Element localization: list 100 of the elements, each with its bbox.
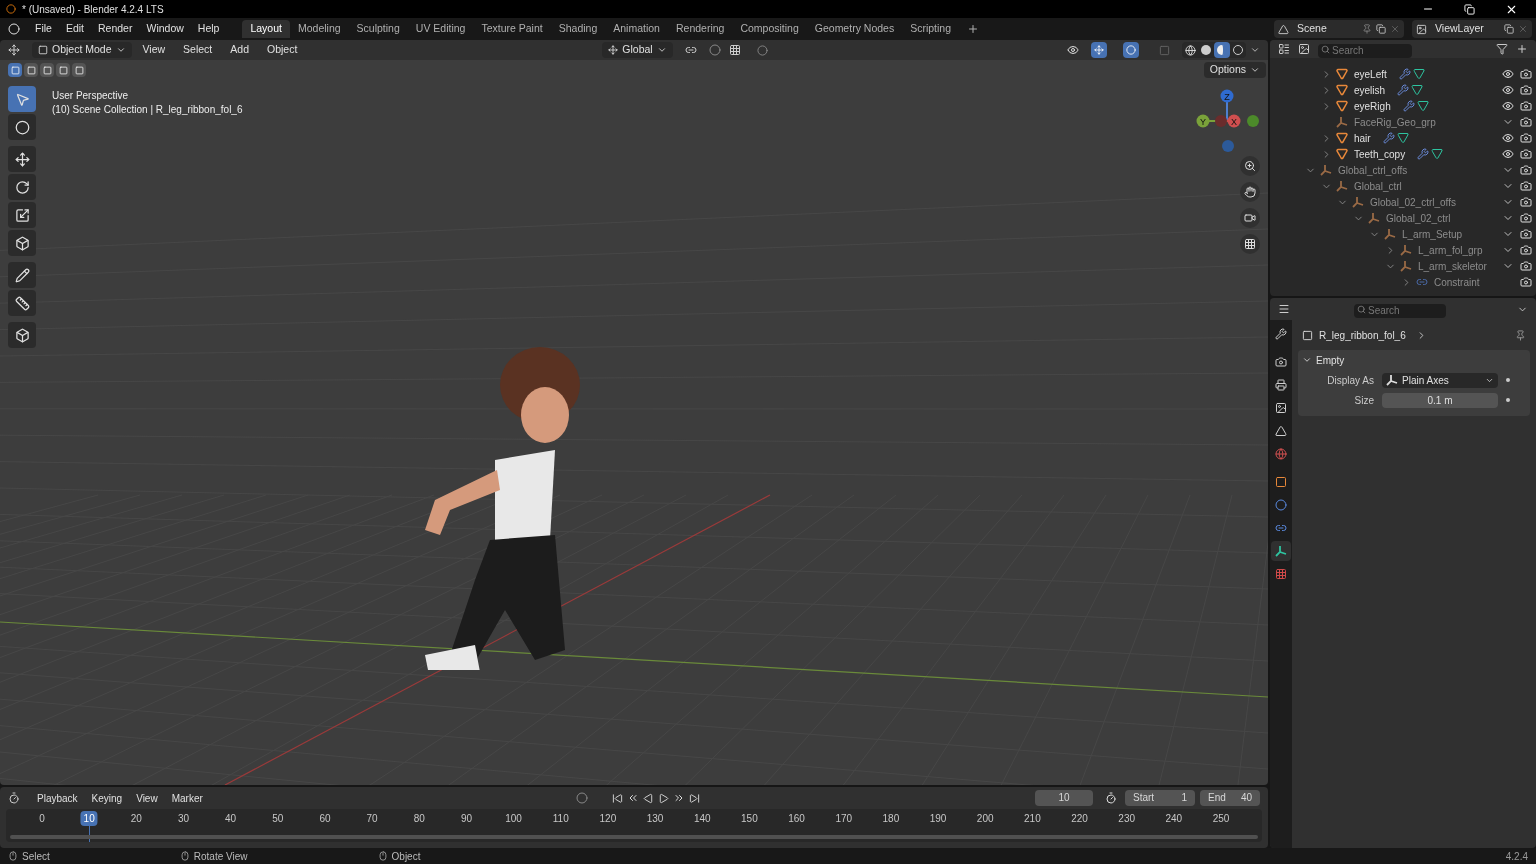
camera-icon[interactable] bbox=[1520, 132, 1532, 144]
data-tab-icon[interactable] bbox=[1271, 541, 1291, 561]
scene-selector[interactable]: Scene bbox=[1274, 20, 1404, 38]
new-scene-icon[interactable] bbox=[1376, 24, 1386, 34]
jump-end-icon[interactable] bbox=[688, 792, 700, 804]
mesh-data-icon[interactable] bbox=[1396, 132, 1409, 144]
menu-item[interactable]: Select bbox=[176, 42, 220, 58]
filter-icon[interactable] bbox=[1496, 43, 1508, 55]
material-sphere-icon[interactable] bbox=[1214, 42, 1230, 58]
jump-start-icon[interactable] bbox=[611, 792, 623, 804]
cursor-icon[interactable] bbox=[8, 114, 36, 140]
next-keyframe-icon[interactable] bbox=[672, 792, 685, 804]
new-collection-icon[interactable] bbox=[1516, 43, 1528, 55]
camera-icon[interactable] bbox=[1520, 100, 1532, 112]
horizontal-scrollbar[interactable] bbox=[10, 835, 1258, 839]
camera-icon[interactable] bbox=[1520, 180, 1532, 192]
play-icon[interactable] bbox=[657, 792, 669, 804]
camera-icon[interactable] bbox=[1520, 116, 1532, 128]
menu-item[interactable]: Keying bbox=[86, 790, 128, 806]
ruler-icon[interactable] bbox=[8, 290, 36, 316]
zoom-icon[interactable] bbox=[1240, 156, 1260, 176]
selection-mode-icon[interactable] bbox=[72, 63, 86, 77]
workspace-tab[interactable]: Rendering bbox=[667, 20, 733, 38]
eye-icon[interactable] bbox=[1502, 132, 1514, 144]
outliner-item-name[interactable]: hair bbox=[1354, 130, 1371, 146]
mesh-data-icon[interactable] bbox=[1431, 148, 1444, 160]
camera-icon[interactable] bbox=[1520, 212, 1532, 224]
snap-icon[interactable] bbox=[708, 44, 721, 56]
camera-icon[interactable] bbox=[1520, 164, 1532, 176]
wrench-icon[interactable] bbox=[1398, 68, 1411, 80]
menu-item[interactable]: File bbox=[28, 21, 59, 37]
camera-icon[interactable] bbox=[1520, 228, 1532, 240]
camera-icon[interactable] bbox=[1520, 68, 1532, 80]
selection-mode-icon[interactable] bbox=[56, 63, 70, 77]
outliner-item-name[interactable]: eyelish bbox=[1354, 82, 1386, 98]
outliner-item-name[interactable]: Global_ctrl_offs bbox=[1338, 162, 1408, 178]
search-field[interactable]: Search bbox=[1318, 43, 1412, 58]
editor-type-icon[interactable] bbox=[1278, 43, 1290, 55]
camera-icon[interactable] bbox=[1520, 276, 1532, 288]
display-as-dropdown[interactable]: Plain Axes bbox=[1382, 372, 1498, 388]
eye-icon[interactable] bbox=[1502, 84, 1514, 96]
viewport-canvas[interactable]: Options User Perspective (10) Scene Collection | R_leg_ribbon_fol_6 Z Y X bbox=[0, 60, 1268, 785]
pin-icon[interactable] bbox=[1515, 329, 1526, 341]
menu-item[interactable]: Edit bbox=[58, 21, 91, 37]
visibility-icon[interactable] bbox=[1067, 44, 1079, 56]
menu-item[interactable]: View bbox=[131, 790, 163, 806]
pivot-icon[interactable] bbox=[684, 44, 697, 56]
end-frame-field[interactable]: End 40 bbox=[1200, 790, 1260, 806]
add-cube-icon[interactable] bbox=[8, 322, 36, 348]
restore-icon[interactable] bbox=[1464, 3, 1475, 15]
outliner-item-name[interactable]: Global_02_ctrl_offs bbox=[1370, 194, 1456, 210]
transform-icon[interactable] bbox=[8, 230, 36, 256]
hand-icon[interactable] bbox=[1240, 182, 1260, 202]
outliner-item-name[interactable]: eyeRigh bbox=[1354, 98, 1391, 114]
move-icon[interactable] bbox=[8, 146, 36, 172]
outliner-item-name[interactable]: FaceRig_Geo_grp bbox=[1354, 114, 1436, 130]
workspace-tab[interactable]: Modeling bbox=[289, 20, 349, 38]
workspace-tab[interactable]: Animation bbox=[605, 20, 668, 38]
eye-icon[interactable] bbox=[1502, 148, 1514, 160]
mesh-data-icon[interactable] bbox=[1411, 84, 1424, 96]
camera-icon[interactable] bbox=[1520, 260, 1532, 272]
menu-item[interactable]: Add bbox=[223, 42, 256, 58]
scale-icon[interactable] bbox=[8, 202, 36, 228]
workspace-tab[interactable]: Scripting bbox=[902, 20, 959, 38]
size-field[interactable]: 0.1 m bbox=[1382, 392, 1498, 408]
outliner-item-name[interactable]: Constraint bbox=[1434, 274, 1480, 290]
menu-item[interactable]: Playback bbox=[32, 790, 83, 806]
outliner-item-name[interactable]: L_arm_fol_grp bbox=[1418, 242, 1483, 258]
grid-view-icon[interactable] bbox=[1240, 234, 1260, 254]
display-mode-icon[interactable] bbox=[1298, 43, 1310, 55]
outliner-item-name[interactable]: Global_ctrl bbox=[1354, 178, 1402, 194]
record-icon[interactable] bbox=[575, 792, 588, 804]
proportional-edit-icon[interactable] bbox=[756, 44, 768, 56]
wrench-icon[interactable] bbox=[1382, 132, 1395, 144]
select-box-icon[interactable] bbox=[8, 86, 36, 112]
eye-icon[interactable] bbox=[1502, 100, 1514, 112]
mesh-data-icon[interactable] bbox=[1416, 100, 1429, 112]
pin-icon[interactable] bbox=[1362, 24, 1372, 34]
menu-item[interactable]: Window bbox=[139, 21, 191, 37]
camera-icon[interactable] bbox=[1520, 244, 1532, 256]
outliner-item-name[interactable]: Teeth_copy bbox=[1354, 146, 1406, 162]
outliner-item-name[interactable]: eyeLeft bbox=[1354, 66, 1387, 82]
mode-dropdown[interactable]: Object Mode bbox=[32, 42, 132, 58]
add-workspace-icon[interactable] bbox=[967, 23, 979, 35]
workspace-tab[interactable]: Geometry Nodes bbox=[806, 20, 903, 38]
selection-mode-icon[interactable] bbox=[8, 63, 22, 77]
pencil-icon[interactable] bbox=[8, 262, 36, 288]
mesh-data-icon[interactable] bbox=[1412, 68, 1425, 80]
shading-dropdown-icon[interactable] bbox=[1250, 45, 1260, 55]
new-view-layer-icon[interactable] bbox=[1504, 24, 1514, 34]
workspace-tab[interactable]: Sculpting bbox=[348, 20, 408, 38]
wrench-icon[interactable] bbox=[1402, 100, 1415, 112]
outliner-item-name[interactable]: L_arm_Setup bbox=[1402, 226, 1463, 242]
outliner-item-name[interactable]: L_arm_skeletor bbox=[1418, 258, 1487, 274]
menu-item[interactable]: Object bbox=[260, 42, 305, 58]
outliner-item-name[interactable]: Global_02_ctrl bbox=[1386, 210, 1451, 226]
overlay-toggle[interactable] bbox=[1123, 42, 1139, 58]
editor-type-icon[interactable] bbox=[8, 44, 20, 56]
current-frame-field[interactable]: 10 bbox=[1035, 790, 1093, 806]
rotate-icon[interactable] bbox=[8, 174, 36, 200]
